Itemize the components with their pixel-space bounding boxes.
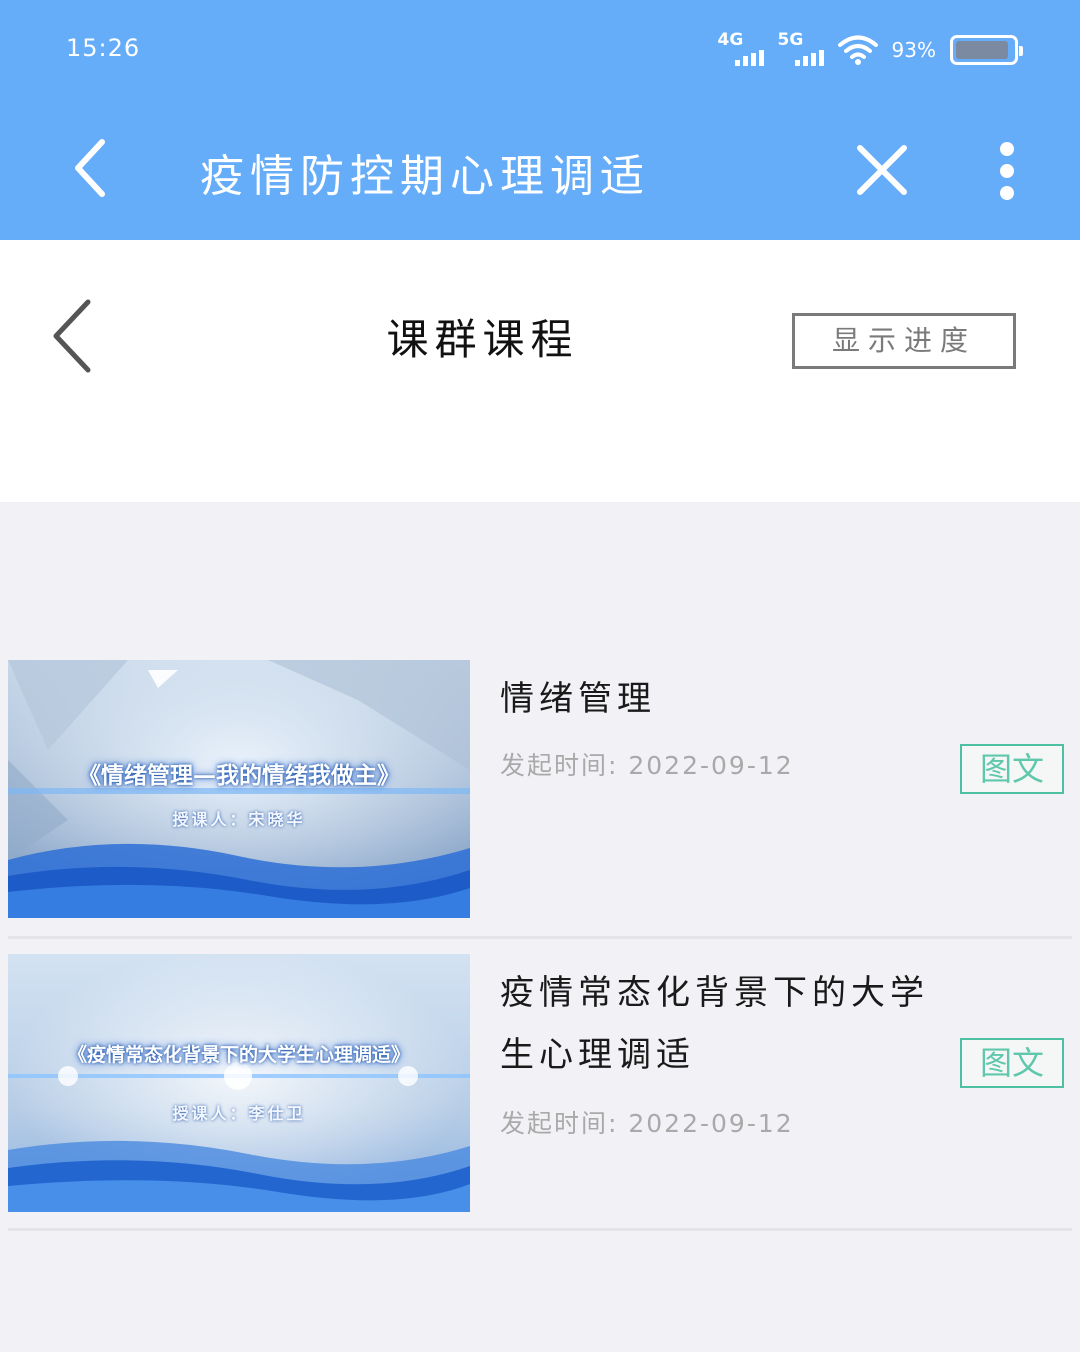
signal-4g-icon: 4G xyxy=(718,32,764,68)
content-type-tag[interactable]: 图文 xyxy=(960,744,1064,794)
status-indicators: 4G 5G 93% xyxy=(718,30,1023,70)
more-vertical-icon[interactable] xyxy=(990,140,1024,202)
course-title[interactable]: 疫情常态化背景下的大学生心理调适 xyxy=(500,962,930,1086)
course-thumbnail[interactable]: 《疫情常态化背景下的大学生心理调适》 授课人：李仕卫 xyxy=(8,954,470,1212)
battery-level xyxy=(956,41,1008,59)
signal-5g-icon: 5G xyxy=(778,32,824,68)
thumbnail-title: 《情绪管理—我的情绪我做主》 xyxy=(78,762,400,789)
show-progress-button[interactable]: 显示进度 xyxy=(792,313,1016,369)
page-header: 课群课程 显示进度 xyxy=(0,240,1080,502)
app-title: 疫情防控期心理调适 xyxy=(200,151,650,202)
course-thumbnail[interactable]: 《情绪管理—我的情绪我做主》 授课人：宋晓华 xyxy=(8,660,470,918)
close-icon[interactable] xyxy=(852,140,912,200)
wifi-icon xyxy=(837,35,878,65)
course-title[interactable]: 情绪管理 xyxy=(500,668,656,730)
chevron-left-icon[interactable] xyxy=(68,136,118,200)
course-date: 发起时间: 2022-09-12 xyxy=(500,1109,794,1138)
battery-percent: 93% xyxy=(891,38,936,62)
status-bar: 15:26 4G 5G 93% xyxy=(0,0,1080,100)
top-nav-bar: 疫情防控期心理调适 xyxy=(0,100,1080,240)
thumbnail-title: 《疫情常态化背景下的大学生心理调适》 xyxy=(67,1044,410,1066)
status-time: 15:26 xyxy=(66,34,141,62)
battery-icon xyxy=(950,35,1023,65)
thumbnail-lecturer: 授课人：李仕卫 xyxy=(172,1104,306,1123)
divider xyxy=(8,936,1072,939)
list-item[interactable]: 《情绪管理—我的情绪我做主》 授课人：宋晓华 情绪管理 发起时间: 2022-0… xyxy=(0,660,1080,940)
list-item[interactable]: 《疫情常态化背景下的大学生心理调适》 授课人：李仕卫 疫情常态化背景下的大学生心… xyxy=(0,954,1080,1234)
course-date: 发起时间: 2022-09-12 xyxy=(500,751,794,780)
thumbnail-lecturer: 授课人：宋晓华 xyxy=(172,810,306,829)
content-type-tag[interactable]: 图文 xyxy=(960,1038,1064,1088)
divider xyxy=(8,1228,1072,1231)
